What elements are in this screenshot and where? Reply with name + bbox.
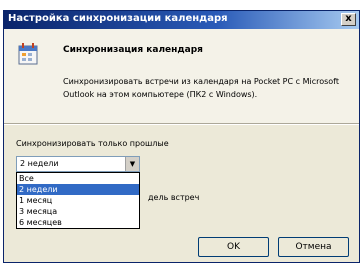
close-button[interactable]: x xyxy=(341,13,356,26)
cancel-button[interactable]: Отмена xyxy=(278,237,349,257)
header-area: Синхронизация календаря Синхронизировать… xyxy=(4,29,359,123)
dropdown-option-3-months[interactable]: 3 месяца xyxy=(17,206,139,217)
calendar-icon xyxy=(18,43,38,65)
sync-period-value: 2 недели xyxy=(20,159,59,168)
title-bar[interactable]: Настройка синхронизации календаря x xyxy=(4,11,359,29)
dropdown-option-6-months[interactable]: 6 месяцев xyxy=(17,217,139,228)
close-icon: x xyxy=(345,13,352,24)
sync-period-select[interactable]: 2 недели ▼ xyxy=(16,156,140,172)
dropdown-arrow-button[interactable]: ▼ xyxy=(125,157,139,171)
dropdown-option-all[interactable]: Все xyxy=(17,173,139,184)
sync-period-label: Синхронизировать только прошлые xyxy=(16,139,169,148)
dropdown-option-1-month[interactable]: 1 месяц xyxy=(17,195,139,206)
window-title: Настройка синхронизации календаря xyxy=(8,13,228,24)
sync-settings-dialog: Настройка синхронизации календаря x Синх… xyxy=(3,10,360,263)
sync-period-dropdown: Все 2 недели 1 месяц 3 месяца 6 месяцев xyxy=(16,172,140,229)
chevron-down-icon: ▼ xyxy=(129,160,136,168)
header-title: Синхронизация календаря xyxy=(63,45,203,55)
ok-button[interactable]: OK xyxy=(198,237,269,257)
partial-checkbox-label: дель встреч xyxy=(148,193,200,202)
dropdown-option-2-weeks[interactable]: 2 недели xyxy=(17,184,139,195)
divider xyxy=(4,123,359,125)
header-description: Синхронизировать встречи из календаря на… xyxy=(63,77,339,99)
